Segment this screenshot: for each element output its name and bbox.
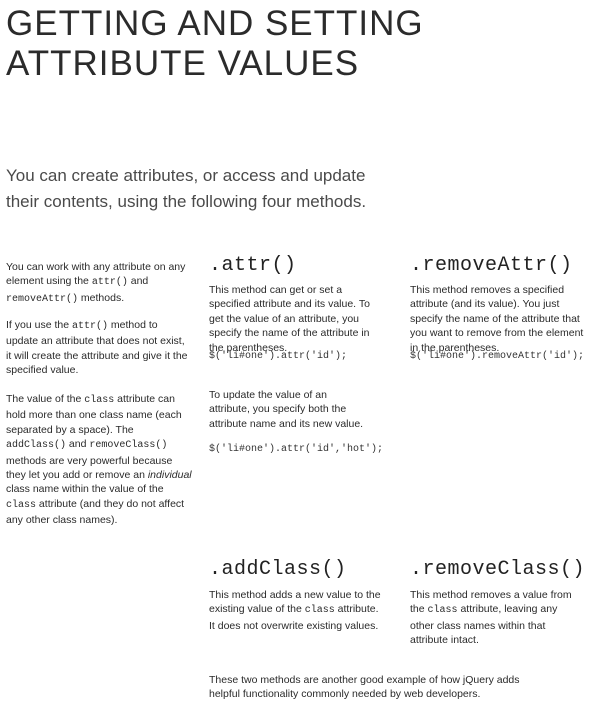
attr-heading: .attr() [209,254,297,277]
removeclass-description: This method removes a value from the cla… [410,588,580,648]
page-title: GETTING AND SETTING ATTRIBUTE VALUES [6,4,596,84]
attr-description-update: To update the value of an attribute, you… [209,389,364,430]
sidebar-text: methods. [78,291,125,304]
attr-code-set: $('li#one').attr('id','hot'); [209,444,384,455]
sidebar-paragraph-3: The value of the class attribute can hol… [6,392,192,528]
removeattr-code: $('li#one').removeAttr('id'); [410,351,585,362]
inline-code: class [6,499,37,511]
inline-code: class [304,605,335,617]
removeattr-description: This method removes a specified attribut… [410,284,584,354]
title-line-2: ATTRIBUTE VALUES [6,44,360,83]
sidebar-text: class name within the value of the [6,483,164,496]
inline-code: addClass() [6,440,67,452]
sidebar-text: and [66,438,90,451]
inline-code: removeAttr() [6,293,79,305]
addclass-heading: .addClass() [209,558,347,581]
inline-code: attr() [71,321,108,332]
inline-code: class [427,605,458,617]
sidebar-text: If you use the [6,319,72,331]
removeattr-heading: .removeAttr() [410,254,573,277]
inline-code: removeClass() [89,440,168,452]
sidebar-paragraph-1: You can work with any attribute on any e… [6,260,192,307]
title-line-1: GETTING AND SETTING [6,4,424,43]
attr-code-get: $('li#one').attr('id'); [209,351,348,362]
attr-description: This method can get or set a specified a… [209,284,370,354]
removeclass-heading: .removeClass() [410,558,586,581]
addclass-description: This method adds a new value to the exis… [209,588,385,633]
intro-line-2: their contents, using the following four… [6,192,367,211]
footer-line-1: These two methods are another good examp… [209,674,520,686]
footer-note: These two methods are another good examp… [209,673,594,702]
inline-code: attr() [91,277,128,289]
sidebar-text: The value of the [6,393,85,405]
emphasis-text: individual [147,469,192,482]
intro-line-1: You can create attributes, or access and… [6,166,366,185]
sidebar-text: and [127,275,149,288]
sidebar-paragraph-2: If you use the attr() method to update a… [6,318,192,378]
footer-line-2: helpful functionality commonly needed by… [209,688,481,701]
intro-paragraph: You can create attributes, or access and… [6,163,526,215]
inline-code: class [84,395,115,406]
